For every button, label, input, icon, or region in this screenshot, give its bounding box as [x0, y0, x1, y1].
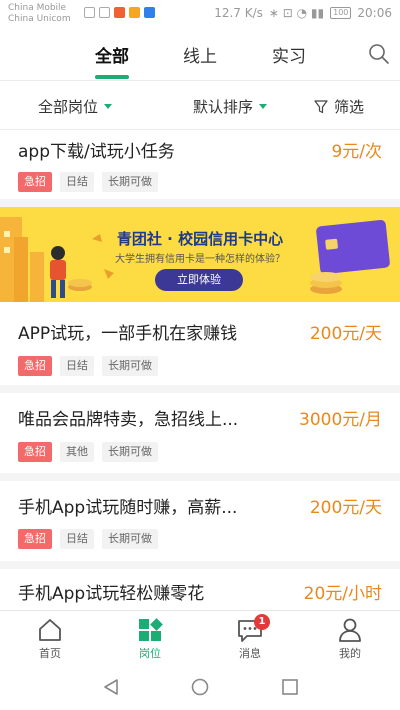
- list-item[interactable]: APP试玩，一部手机在家赚钱 200元/天 急招 日结 长期可做: [0, 305, 400, 385]
- position-filter[interactable]: 全部岗位: [38, 96, 113, 117]
- filter-bar: 全部岗位 默认排序 筛选: [0, 80, 400, 130]
- nav-messages[interactable]: 1 消息: [220, 614, 280, 661]
- clock: 20:06: [357, 6, 392, 20]
- job-tag: 长期可做: [102, 442, 158, 462]
- heart-icon: [84, 7, 95, 18]
- send-icon: [144, 7, 155, 18]
- banner-subtitle: 大学生拥有信用卡是一种怎样的体验？: [115, 254, 285, 265]
- urgent-tag: 急招: [18, 172, 52, 192]
- profile-icon: [339, 618, 361, 642]
- nav-jobs[interactable]: 岗位: [120, 617, 180, 661]
- recents-icon[interactable]: [281, 678, 299, 696]
- filter-button[interactable]: 筛选: [314, 96, 364, 117]
- filter-label: 筛选: [334, 98, 365, 116]
- job-title: 唯品会品牌特卖，急招线上...: [18, 410, 239, 430]
- nav-home[interactable]: 首页: [20, 617, 80, 661]
- promo-banner[interactable]: 青团社 · 校园信用卡中心 大学生拥有信用卡是一种怎样的体验？ 立即体验: [0, 207, 400, 302]
- battery-indicator: 100: [330, 7, 352, 19]
- nav-messages-label: 消息: [239, 647, 261, 660]
- search-icon[interactable]: [368, 43, 390, 65]
- system-nav-bar: [0, 665, 400, 710]
- funnel-icon: [314, 99, 328, 113]
- home-circle-icon[interactable]: [191, 678, 209, 696]
- nav-home-label: 首页: [39, 647, 61, 660]
- tab-online[interactable]: 线上: [170, 42, 230, 67]
- try-now-button[interactable]: 立即体验: [155, 269, 243, 291]
- banner-title: 青团社 · 校园信用卡中心: [116, 230, 284, 248]
- divider: [0, 561, 400, 569]
- job-pay: 9元/次: [331, 142, 382, 162]
- list-item[interactable]: app下载/试玩小任务 9元/次 急招 日结 长期可做: [0, 131, 400, 199]
- bottom-nav: 首页 岗位 1 消息 我的: [0, 610, 400, 665]
- job-tag: 长期可做: [102, 529, 158, 549]
- tab-internship[interactable]: 实习: [259, 42, 319, 67]
- dropdown-arrow-icon: [104, 104, 113, 109]
- top-tab-bar: 全部 线上 实习: [0, 30, 400, 80]
- job-title: 手机App试玩轻松赚零花: [18, 584, 205, 604]
- divider: [0, 385, 400, 393]
- job-title: app下载/试玩小任务: [18, 142, 175, 162]
- job-tag: 长期可做: [102, 172, 158, 192]
- nav-jobs-label: 岗位: [139, 647, 161, 660]
- back-icon[interactable]: [102, 678, 120, 696]
- job-tag: 日结: [60, 529, 94, 549]
- carrier-1: China Mobile: [8, 3, 67, 13]
- list-item[interactable]: 唯品会品牌特卖，急招线上... 3000元/月 急招 其他 长期可做: [0, 393, 400, 473]
- job-title: APP试玩，一部手机在家赚钱: [18, 324, 238, 344]
- app-icon: [129, 7, 140, 18]
- job-pay: 200元/天: [309, 498, 382, 518]
- job-title: 手机App试玩随时赚，高薪...: [18, 498, 238, 518]
- nav-profile[interactable]: 我的: [320, 617, 380, 661]
- sort-filter[interactable]: 默认排序: [193, 96, 268, 117]
- job-pay: 20元/小时: [303, 584, 382, 604]
- sort-filter-label: 默认排序: [193, 98, 254, 116]
- job-tag: 日结: [60, 172, 94, 192]
- urgent-tag: 急招: [18, 529, 52, 549]
- list-item[interactable]: 手机App试玩随时赚，高薪... 200元/天 急招 日结 长期可做: [0, 481, 400, 561]
- unread-badge: 1: [254, 614, 270, 630]
- carrier-2: China Unicom: [8, 14, 71, 24]
- job-tag: 日结: [60, 356, 94, 376]
- divider: [0, 199, 400, 207]
- carrier-info: China Mobile China Unicom: [8, 3, 71, 25]
- nav-profile-label: 我的: [339, 647, 361, 660]
- status-right: 12.7 K/s ∗ ⊡ ◔ ▮▮ 100 20:06: [214, 6, 392, 20]
- job-tag: 其他: [60, 442, 94, 462]
- urgent-tag: 急招: [18, 356, 52, 376]
- divider: [0, 473, 400, 481]
- jobs-icon: [139, 618, 163, 641]
- notification-icons: [84, 7, 155, 18]
- signal-icons: ∗ ⊡ ◔ ▮▮: [268, 6, 325, 20]
- list-item[interactable]: 手机App试玩轻松赚零花 20元/小时: [0, 569, 400, 610]
- sim-icon: [99, 7, 110, 18]
- video-app-icon: [114, 7, 125, 18]
- job-pay: 3000元/月: [299, 410, 382, 430]
- home-icon: [39, 619, 61, 641]
- status-bar: China Mobile China Unicom 12.7 K/s ∗ ⊡ ◔…: [0, 0, 400, 30]
- tab-all[interactable]: 全部: [82, 42, 142, 67]
- job-pay: 200元/天: [309, 324, 382, 344]
- network-speed: 12.7 K/s: [214, 6, 263, 20]
- urgent-tag: 急招: [18, 442, 52, 462]
- job-tag: 长期可做: [102, 356, 158, 376]
- dropdown-arrow-icon: [259, 104, 268, 109]
- position-filter-label: 全部岗位: [38, 98, 99, 116]
- active-tab-indicator: [95, 75, 129, 79]
